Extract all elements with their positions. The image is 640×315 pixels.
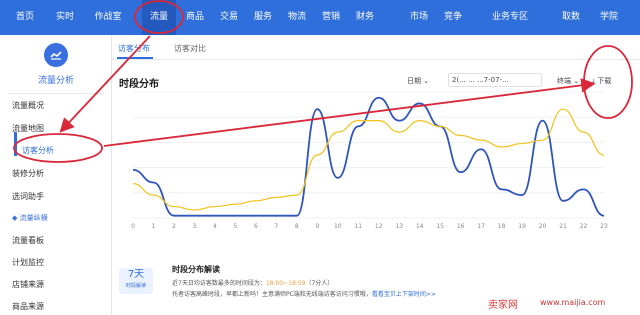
annotation-circle-visitor-analysis (13, 133, 103, 163)
series-line-0 (132, 96, 605, 217)
annotation-circle-traffic-tab (134, 0, 184, 34)
watermark-logo: 卖家网 (488, 300, 518, 311)
annotation-circle-download (583, 45, 633, 119)
annotation-arrow-to-download (103, 78, 596, 147)
chart-series (132, 96, 605, 217)
annotations (13, 0, 633, 163)
series-line-1 (132, 108, 605, 211)
chart-overlay (13, 0, 633, 219)
watermark-url: www.maijia.com (540, 298, 606, 307)
annotation-arrow-traffic-to-visitor (59, 35, 151, 133)
